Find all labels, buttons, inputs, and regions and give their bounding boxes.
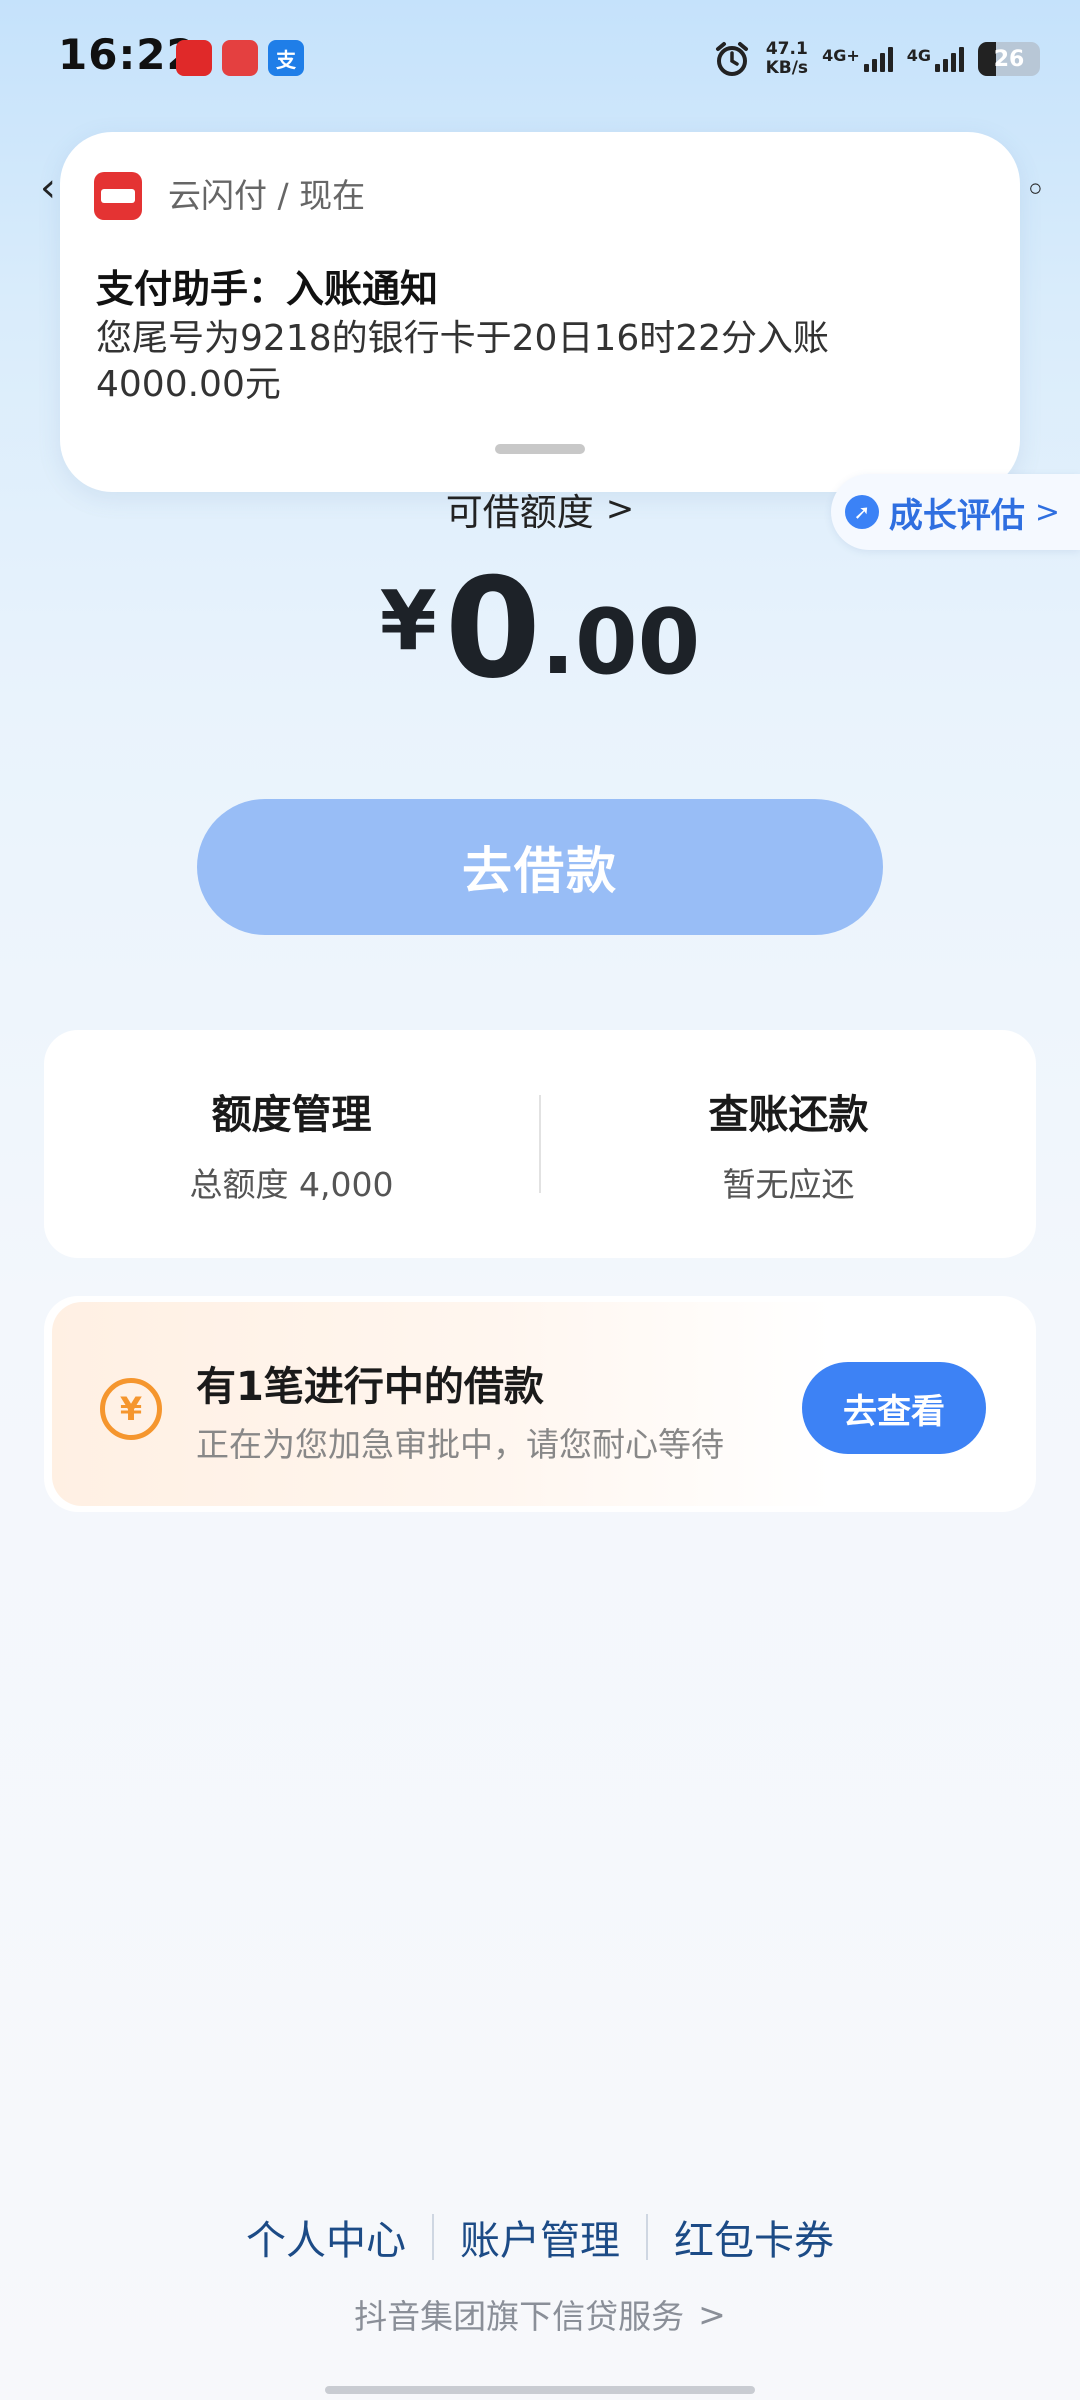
summary-card: 额度管理 总额度 4,000 查账还款 暂无应还 [44, 1030, 1036, 1258]
growth-arrow-icon: ➚ [844, 495, 879, 529]
notification-body: 您尾号为9218的银行卡于20日16时22分入账4000.00元 [96, 318, 830, 405]
bill-repayment-title: 查账还款 [708, 1092, 869, 1138]
chevron-right-icon: > [1034, 494, 1060, 530]
repayment-status: 暂无应还 [722, 1165, 855, 1204]
chevron-right-icon: > [605, 489, 635, 529]
loan-title: 有1笔进行中的借款 [196, 1364, 544, 1410]
game-app-icon [222, 40, 258, 76]
service-provider-link[interactable]: 抖音集团旗下信贷服务 > [0, 2290, 1080, 2338]
alipay-icon: 支 [268, 40, 304, 76]
growth-assessment-label: 成长评估 [888, 495, 1025, 536]
notification-source: 云闪付 / 现在 [168, 176, 366, 215]
service-provider-text: 抖音集团旗下信贷服务 [354, 2297, 685, 2336]
notification-drag-handle[interactable] [495, 444, 585, 454]
account-management-link[interactable]: 账户管理 [434, 2208, 646, 2266]
yuan-coin-icon: ¥ [100, 1378, 162, 1440]
unionpay-icon [94, 172, 142, 220]
status-indicators: 47.1 KB/s 4G+ 4G 26 [712, 36, 1040, 82]
growth-assessment-button[interactable]: ➚ 成长评估 > [830, 474, 1080, 550]
network-speed: 47.1 KB/s [765, 39, 809, 78]
bill-repayment[interactable]: 查账还款 暂无应还 [541, 1082, 1036, 1206]
coupons-link[interactable]: 红包卡券 [648, 2208, 860, 2266]
amount-integer: 0 [444, 548, 541, 709]
available-amount: ¥ 0 .00 [0, 560, 1080, 698]
sim2-signal: 4G [907, 46, 964, 72]
footer-links: 个人中心 账户管理 红包卡券 [0, 2208, 1080, 2266]
chevron-right-icon: > [698, 2294, 726, 2334]
signal-bars-icon [935, 46, 964, 72]
loan-subtitle: 正在为您加急审批中，请您耐心等待 [196, 1425, 724, 1464]
more-icon[interactable]: ◦ [1025, 170, 1046, 211]
amount-decimal: .00 [540, 590, 701, 695]
loan-progress-card[interactable]: ¥ 有1笔进行中的借款 正在为您加急审批中，请您耐心等待 去查看 [44, 1296, 1036, 1512]
limit-management-title: 额度管理 [211, 1092, 372, 1138]
alarm-icon [715, 42, 748, 76]
battery-level: 26 [993, 46, 1025, 72]
borrow-button[interactable]: 去借款 [197, 799, 883, 935]
notification-title: 支付助手：入账通知 [96, 267, 439, 311]
home-indicator[interactable] [325, 2386, 755, 2394]
sim1-signal: 4G+ [822, 46, 893, 72]
unionpay-app-icon [176, 40, 212, 76]
view-loan-button[interactable]: 去查看 [802, 1362, 986, 1454]
currency-symbol: ¥ [379, 574, 437, 669]
total-limit: 总额度 4,000 [189, 1165, 394, 1204]
battery-icon: 26 [978, 42, 1040, 76]
status-bar: 16:22 支 47.1 KB/s 4G+ 4G 26 [0, 0, 1080, 118]
credit-limit-label: 可借额度 [445, 491, 594, 534]
personal-center-link[interactable]: 个人中心 [220, 2208, 432, 2266]
signal-bars-icon [863, 46, 893, 72]
notification-banner[interactable]: 云闪付 / 现在 支付助手：入账通知 您尾号为9218的银行卡于20日16时22… [60, 132, 1020, 492]
limit-management[interactable]: 额度管理 总额度 4,000 [44, 1082, 539, 1206]
